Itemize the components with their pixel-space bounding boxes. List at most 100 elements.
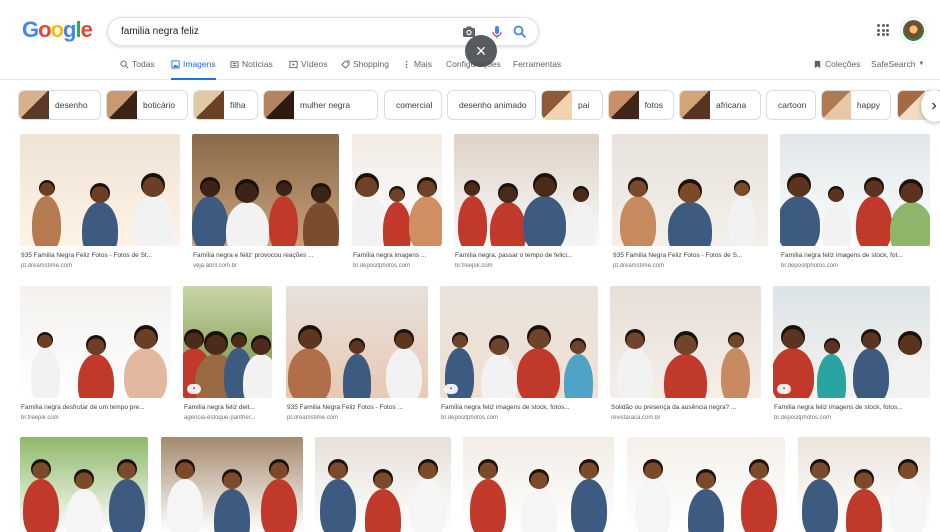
chip-thumbnail: [264, 91, 294, 119]
chip-happy[interactable]: happy: [821, 90, 891, 120]
chip-label: pai: [578, 100, 590, 110]
image-result[interactable]: ▪ Família negra feliz imagens de stock, f…: [773, 286, 930, 428]
person-head: [174, 459, 195, 479]
image-result[interactable]: Solidão ou presença da ausência negra? .…: [610, 286, 761, 428]
image-result[interactable]: [798, 437, 930, 532]
result-thumbnail[interactable]: [463, 437, 614, 532]
image-result[interactable]: ▪ Família negra feliz deit... agencia-esto…: [183, 286, 272, 428]
result-thumbnail[interactable]: ▪: [773, 286, 930, 398]
tab-noticias[interactable]: Notícias: [230, 59, 273, 69]
result-thumbnail[interactable]: [610, 286, 761, 398]
image-result[interactable]: [627, 437, 785, 532]
result-thumbnail[interactable]: [627, 437, 785, 532]
chip-desenho[interactable]: desenho: [18, 90, 101, 120]
chip-filha[interactable]: filha: [193, 90, 258, 120]
person-head: [275, 180, 292, 197]
result-caption[interactable]: Família negra, passar o tempo de felici.…: [455, 252, 600, 259]
image-result[interactable]: Família negra e feliz' provocou reações …: [192, 134, 339, 276]
chip-mulher-negra[interactable]: mulher negra: [263, 90, 378, 120]
result-thumbnail[interactable]: [780, 134, 930, 246]
chip-desenho-animado[interactable]: desenho animado: [447, 90, 536, 120]
image-result[interactable]: [20, 437, 148, 532]
result-thumbnail[interactable]: [454, 134, 599, 246]
image-result[interactable]: Família negra feliz imagens de stock, fo…: [780, 134, 930, 276]
chip-fotos[interactable]: fotos: [608, 90, 674, 120]
chevron-right-icon[interactable]: ›: [921, 90, 940, 122]
account-avatar[interactable]: [901, 18, 926, 43]
result-caption[interactable]: Família negra imagens ...: [353, 252, 443, 259]
person-head: [355, 172, 379, 197]
tab-ferramentas[interactable]: Ferramentas: [513, 59, 561, 69]
result-thumbnail[interactable]: ▪: [183, 286, 272, 398]
safesearch-menu[interactable]: SafeSearch ▼: [871, 59, 924, 69]
result-thumbnail[interactable]: [20, 134, 180, 246]
result-thumbnail[interactable]: [286, 286, 428, 398]
person-figure: [855, 195, 892, 246]
result-thumbnail[interactable]: ▪: [440, 286, 598, 398]
result-thumbnail[interactable]: [161, 437, 303, 532]
result-thumbnail[interactable]: [612, 134, 768, 246]
chip-africana[interactable]: africana: [679, 90, 761, 120]
result-caption[interactable]: Família negra feliz imagens de stock, fo…: [774, 404, 931, 411]
result-caption[interactable]: Família negra feliz imagens de stock, fo…: [441, 404, 599, 411]
chip-label: fotos: [644, 100, 663, 110]
person-head: [748, 459, 769, 479]
person-figure: [409, 195, 442, 246]
person-head: [572, 186, 589, 203]
tab-videos[interactable]: Vídeos: [289, 59, 327, 69]
image-result[interactable]: ▪ Família negra feliz imagens de stock, f…: [440, 286, 598, 428]
chip-thumbnail: [194, 91, 224, 119]
person-head: [200, 176, 221, 197]
person-figure: [563, 353, 593, 398]
person-head: [141, 172, 166, 197]
person-figure: [457, 195, 487, 246]
result-thumbnail[interactable]: [315, 437, 451, 532]
search-icon: [120, 59, 129, 68]
search-input[interactable]: familia negra feliz: [121, 26, 199, 37]
chip-pai[interactable]: pai: [541, 90, 603, 120]
image-result[interactable]: Família negra desfrutar de um tempo pre.…: [20, 286, 171, 428]
chip-cartoon[interactable]: cartoon: [766, 90, 816, 120]
result-thumbnail[interactable]: [798, 437, 930, 532]
chip-label: happy: [856, 100, 880, 110]
result-thumbnail[interactable]: [20, 286, 171, 398]
image-result[interactable]: [161, 437, 303, 532]
result-thumbnail[interactable]: [352, 134, 442, 246]
chip-boticario[interactable]: boticário: [106, 90, 188, 120]
result-caption[interactable]: 935 Familia Negra Feliz Fotos - Fotos de…: [21, 252, 181, 259]
person-head: [394, 328, 415, 349]
result-caption[interactable]: Solidão ou presença da ausência negra? .…: [611, 404, 762, 411]
image-result[interactable]: Família negra imagens ... br.depositphoto…: [352, 134, 442, 276]
person-head: [250, 334, 271, 355]
tab-mais[interactable]: Mais: [402, 59, 432, 69]
apps-grid-icon[interactable]: [877, 24, 889, 36]
image-result[interactable]: 935 Familia Negra Feliz Fotos - Fotos ..…: [286, 286, 428, 428]
image-result[interactable]: 935 Familia Negra Feliz Fotos - Fotos de…: [20, 134, 180, 276]
tab-imagens[interactable]: Imagens: [171, 59, 216, 80]
close-icon[interactable]: ×: [465, 35, 497, 67]
person-head: [235, 178, 260, 203]
result-caption[interactable]: Família negra feliz imagens de stock, fo…: [781, 252, 931, 259]
result-thumbnail[interactable]: [20, 437, 148, 532]
result-caption[interactable]: Família negra feliz deit...: [184, 404, 273, 411]
google-logo[interactable]: Google: [22, 17, 93, 43]
search-icon[interactable]: [512, 24, 528, 40]
microphone-icon[interactable]: [489, 24, 505, 40]
result-caption[interactable]: Família negra e feliz' provocou reações …: [193, 252, 340, 259]
chip-label: desenho animado: [459, 100, 527, 110]
colecoes-link[interactable]: Coleções: [813, 59, 860, 69]
result-thumbnail[interactable]: [192, 134, 339, 246]
chip-comercial[interactable]: comercial: [384, 90, 442, 120]
image-result[interactable]: 935 Familia Negra Feliz Fotos - Fotos de…: [612, 134, 768, 276]
person-head: [810, 459, 830, 479]
product-badge-icon: ▪: [444, 384, 458, 394]
person-figure: [192, 195, 229, 246]
image-result[interactable]: [315, 437, 451, 532]
tab-shopping[interactable]: Shopping: [341, 59, 389, 69]
result-caption[interactable]: 935 Familia Negra Feliz Fotos - Fotos ..…: [287, 404, 429, 411]
image-result[interactable]: [463, 437, 614, 532]
result-caption[interactable]: 935 Familia Negra Feliz Fotos - Fotos de…: [613, 252, 769, 259]
image-result[interactable]: Família negra, passar o tempo de felici.…: [454, 134, 599, 276]
tab-todas[interactable]: Todas: [120, 59, 155, 69]
result-caption[interactable]: Família negra desfrutar de um tempo pre.…: [21, 404, 172, 411]
